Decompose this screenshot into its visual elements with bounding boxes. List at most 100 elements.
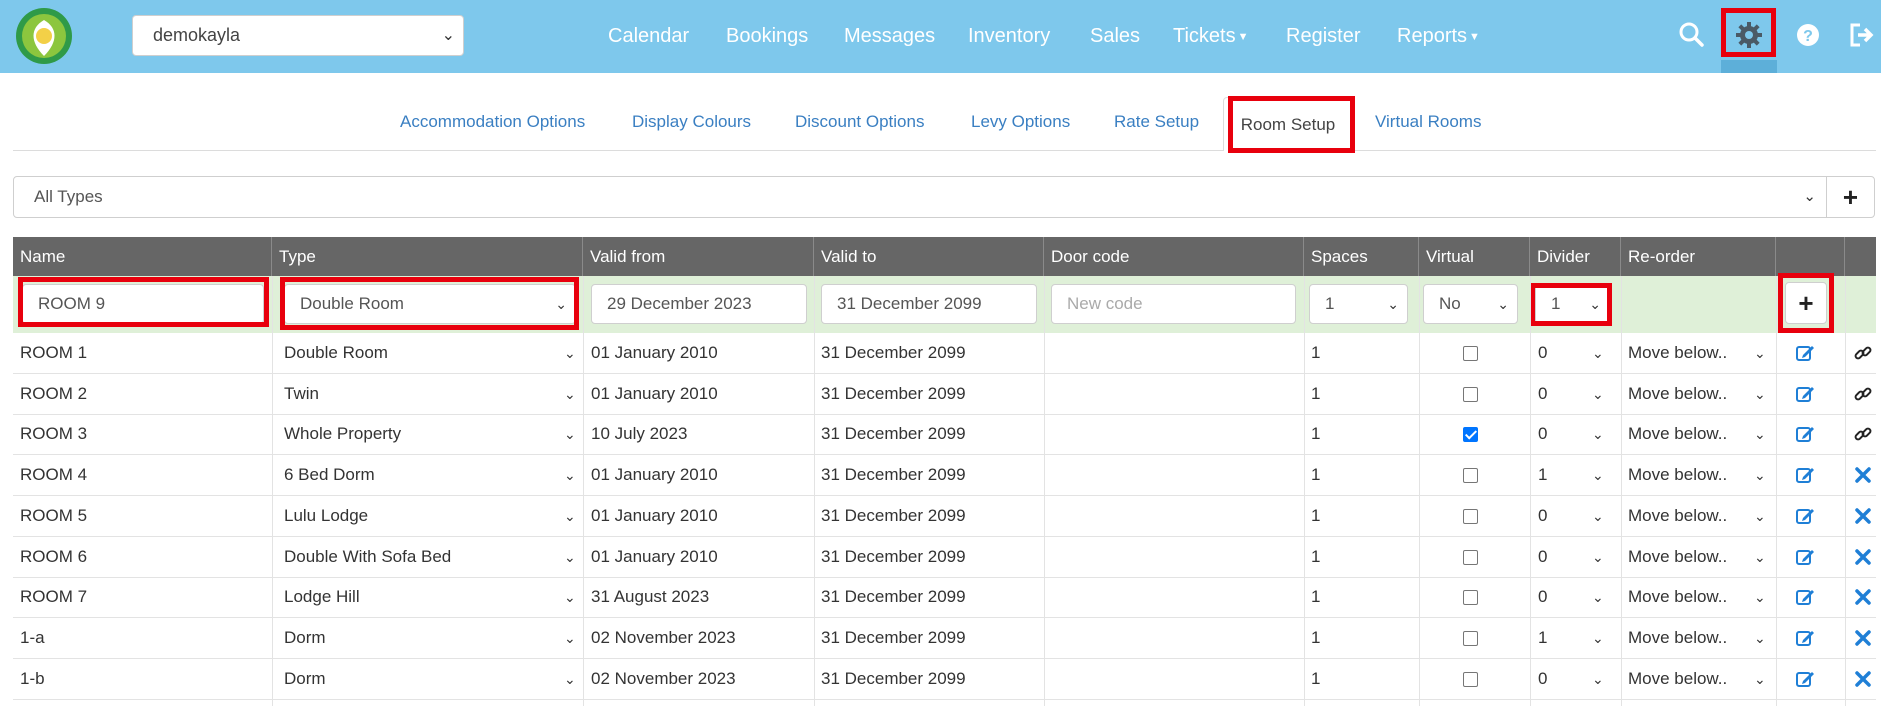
reorder-select[interactable]: Move below.. ⌄: [1628, 618, 1773, 658]
close-icon[interactable]: [1853, 547, 1873, 567]
spaces-value[interactable]: 1: [1311, 374, 1320, 414]
edit-icon[interactable]: [1795, 465, 1815, 485]
nav-messages[interactable]: Messages: [844, 22, 935, 50]
tab-display-colours[interactable]: Display Colours: [632, 112, 751, 132]
close-icon[interactable]: [1853, 628, 1873, 648]
new-room-valid-from-input[interactable]: 29 December 2023: [591, 284, 807, 324]
reorder-select[interactable]: Move below.. ⌄: [1628, 577, 1773, 617]
tab-virtual-rooms[interactable]: Virtual Rooms: [1375, 112, 1481, 132]
divider-select[interactable]: 0 ⌄: [1538, 374, 1618, 414]
valid-to-value[interactable]: 31 December 2099: [821, 374, 966, 414]
divider-select[interactable]: 1 ⌄: [1538, 455, 1618, 495]
divider-select[interactable]: 1 ⌄: [1538, 618, 1618, 658]
tab-room-setup[interactable]: Room Setup: [1223, 97, 1353, 151]
new-room-valid-to-input[interactable]: 31 December 2099: [821, 284, 1037, 324]
spaces-value[interactable]: 1: [1311, 333, 1320, 373]
reorder-select[interactable]: Move below.. ⌄: [1628, 414, 1773, 454]
new-room-divider-select[interactable]: 1 ⌄: [1535, 284, 1610, 324]
new-room-type-select[interactable]: Double Room ⌄: [284, 284, 576, 324]
valid-from-value[interactable]: 01 January 2010: [591, 537, 718, 577]
virtual-checkbox[interactable]: [1463, 509, 1478, 524]
link-icon[interactable]: [1853, 343, 1873, 363]
valid-from-value[interactable]: 10 July 2023: [591, 414, 687, 454]
edit-icon[interactable]: [1795, 343, 1815, 363]
valid-from-value[interactable]: 01 January 2010: [591, 374, 718, 414]
new-room-virtual-select[interactable]: No ⌄: [1423, 284, 1518, 324]
close-icon[interactable]: [1853, 465, 1873, 485]
valid-from-value[interactable]: 02 November 2023: [591, 659, 736, 699]
link-icon[interactable]: [1853, 424, 1873, 444]
divider-select[interactable]: 0 ⌄: [1538, 537, 1618, 577]
valid-from-value[interactable]: 01 January 2010: [591, 333, 718, 373]
spaces-value[interactable]: 1: [1311, 414, 1320, 454]
valid-from-value[interactable]: 01 January 2010: [591, 496, 718, 536]
room-type-select[interactable]: Double With Sofa Bed ⌄: [284, 537, 584, 577]
virtual-checkbox[interactable]: [1463, 346, 1478, 361]
edit-icon[interactable]: [1795, 547, 1815, 567]
reorder-select[interactable]: Move below.. ⌄: [1628, 496, 1773, 536]
close-icon[interactable]: [1853, 506, 1873, 526]
valid-to-value[interactable]: 31 December 2099: [821, 577, 966, 617]
virtual-checkbox[interactable]: [1463, 672, 1478, 687]
nav-register[interactable]: Register: [1286, 22, 1360, 50]
reorder-select[interactable]: Move below.. ⌄: [1628, 455, 1773, 495]
link-icon[interactable]: [1853, 384, 1873, 404]
tab-levy-options[interactable]: Levy Options: [971, 112, 1070, 132]
nav-inventory[interactable]: Inventory: [968, 22, 1050, 50]
edit-icon[interactable]: [1795, 506, 1815, 526]
close-icon[interactable]: [1853, 669, 1873, 689]
room-type-select[interactable]: Dorm ⌄: [284, 659, 584, 699]
nav-bookings[interactable]: Bookings: [726, 22, 808, 50]
reorder-select[interactable]: Move below.. ⌄: [1628, 659, 1773, 699]
room-type-select[interactable]: Dorm ⌄: [284, 618, 584, 658]
account-select[interactable]: demokayla ⌄: [132, 15, 464, 56]
room-type-select[interactable]: Twin ⌄: [284, 374, 584, 414]
spaces-value[interactable]: 1: [1311, 537, 1320, 577]
virtual-checkbox[interactable]: [1463, 427, 1478, 442]
tab-rate-setup[interactable]: Rate Setup: [1114, 112, 1199, 132]
divider-select[interactable]: 0 ⌄: [1538, 496, 1618, 536]
divider-select[interactable]: 0 ⌄: [1538, 659, 1618, 699]
spaces-value[interactable]: 1: [1311, 496, 1320, 536]
valid-to-value[interactable]: 31 December 2099: [821, 659, 966, 699]
room-type-select[interactable]: Lulu Lodge ⌄: [284, 496, 584, 536]
nav-reports[interactable]: Reports ▼: [1397, 22, 1480, 50]
valid-to-value[interactable]: 31 December 2099: [821, 333, 966, 373]
virtual-checkbox[interactable]: [1463, 590, 1478, 605]
edit-icon[interactable]: [1795, 628, 1815, 648]
logout-icon[interactable]: [1846, 20, 1876, 50]
virtual-checkbox[interactable]: [1463, 550, 1478, 565]
room-type-select[interactable]: Lodge Hill ⌄: [284, 577, 584, 617]
app-logo[interactable]: [14, 6, 74, 66]
valid-from-value[interactable]: 02 November 2023: [591, 618, 736, 658]
valid-to-value[interactable]: 31 December 2099: [821, 618, 966, 658]
room-type-filter[interactable]: All Types ⌄: [13, 176, 1827, 218]
edit-icon[interactable]: [1795, 669, 1815, 689]
room-type-select[interactable]: Whole Property ⌄: [284, 414, 584, 454]
edit-icon[interactable]: [1795, 424, 1815, 444]
virtual-checkbox[interactable]: [1463, 387, 1478, 402]
edit-icon[interactable]: [1795, 384, 1815, 404]
spaces-value[interactable]: 1: [1311, 618, 1320, 658]
spaces-value[interactable]: 1: [1311, 577, 1320, 617]
new-room-door-code-input[interactable]: New code: [1051, 284, 1296, 324]
search-icon[interactable]: [1677, 20, 1707, 50]
divider-select[interactable]: 0 ⌄: [1538, 414, 1618, 454]
virtual-checkbox[interactable]: [1463, 631, 1478, 646]
reorder-select[interactable]: Move below.. ⌄: [1628, 333, 1773, 373]
new-room-spaces-select[interactable]: 1 ⌄: [1309, 284, 1408, 324]
valid-to-value[interactable]: 31 December 2099: [821, 455, 966, 495]
divider-select[interactable]: 0 ⌄: [1538, 577, 1618, 617]
close-icon[interactable]: [1853, 587, 1873, 607]
virtual-checkbox[interactable]: [1463, 468, 1478, 483]
nav-calendar[interactable]: Calendar: [608, 22, 689, 50]
edit-icon[interactable]: [1795, 587, 1815, 607]
reorder-select[interactable]: Move below.. ⌄: [1628, 537, 1773, 577]
spaces-value[interactable]: 1: [1311, 455, 1320, 495]
spaces-value[interactable]: 1: [1311, 659, 1320, 699]
add-room-button[interactable]: +: [1785, 282, 1827, 324]
add-room-type-button[interactable]: +: [1826, 176, 1875, 218]
valid-to-value[interactable]: 31 December 2099: [821, 537, 966, 577]
room-type-select[interactable]: Double Room ⌄: [284, 333, 584, 373]
nav-tickets[interactable]: Tickets ▼: [1173, 22, 1249, 50]
